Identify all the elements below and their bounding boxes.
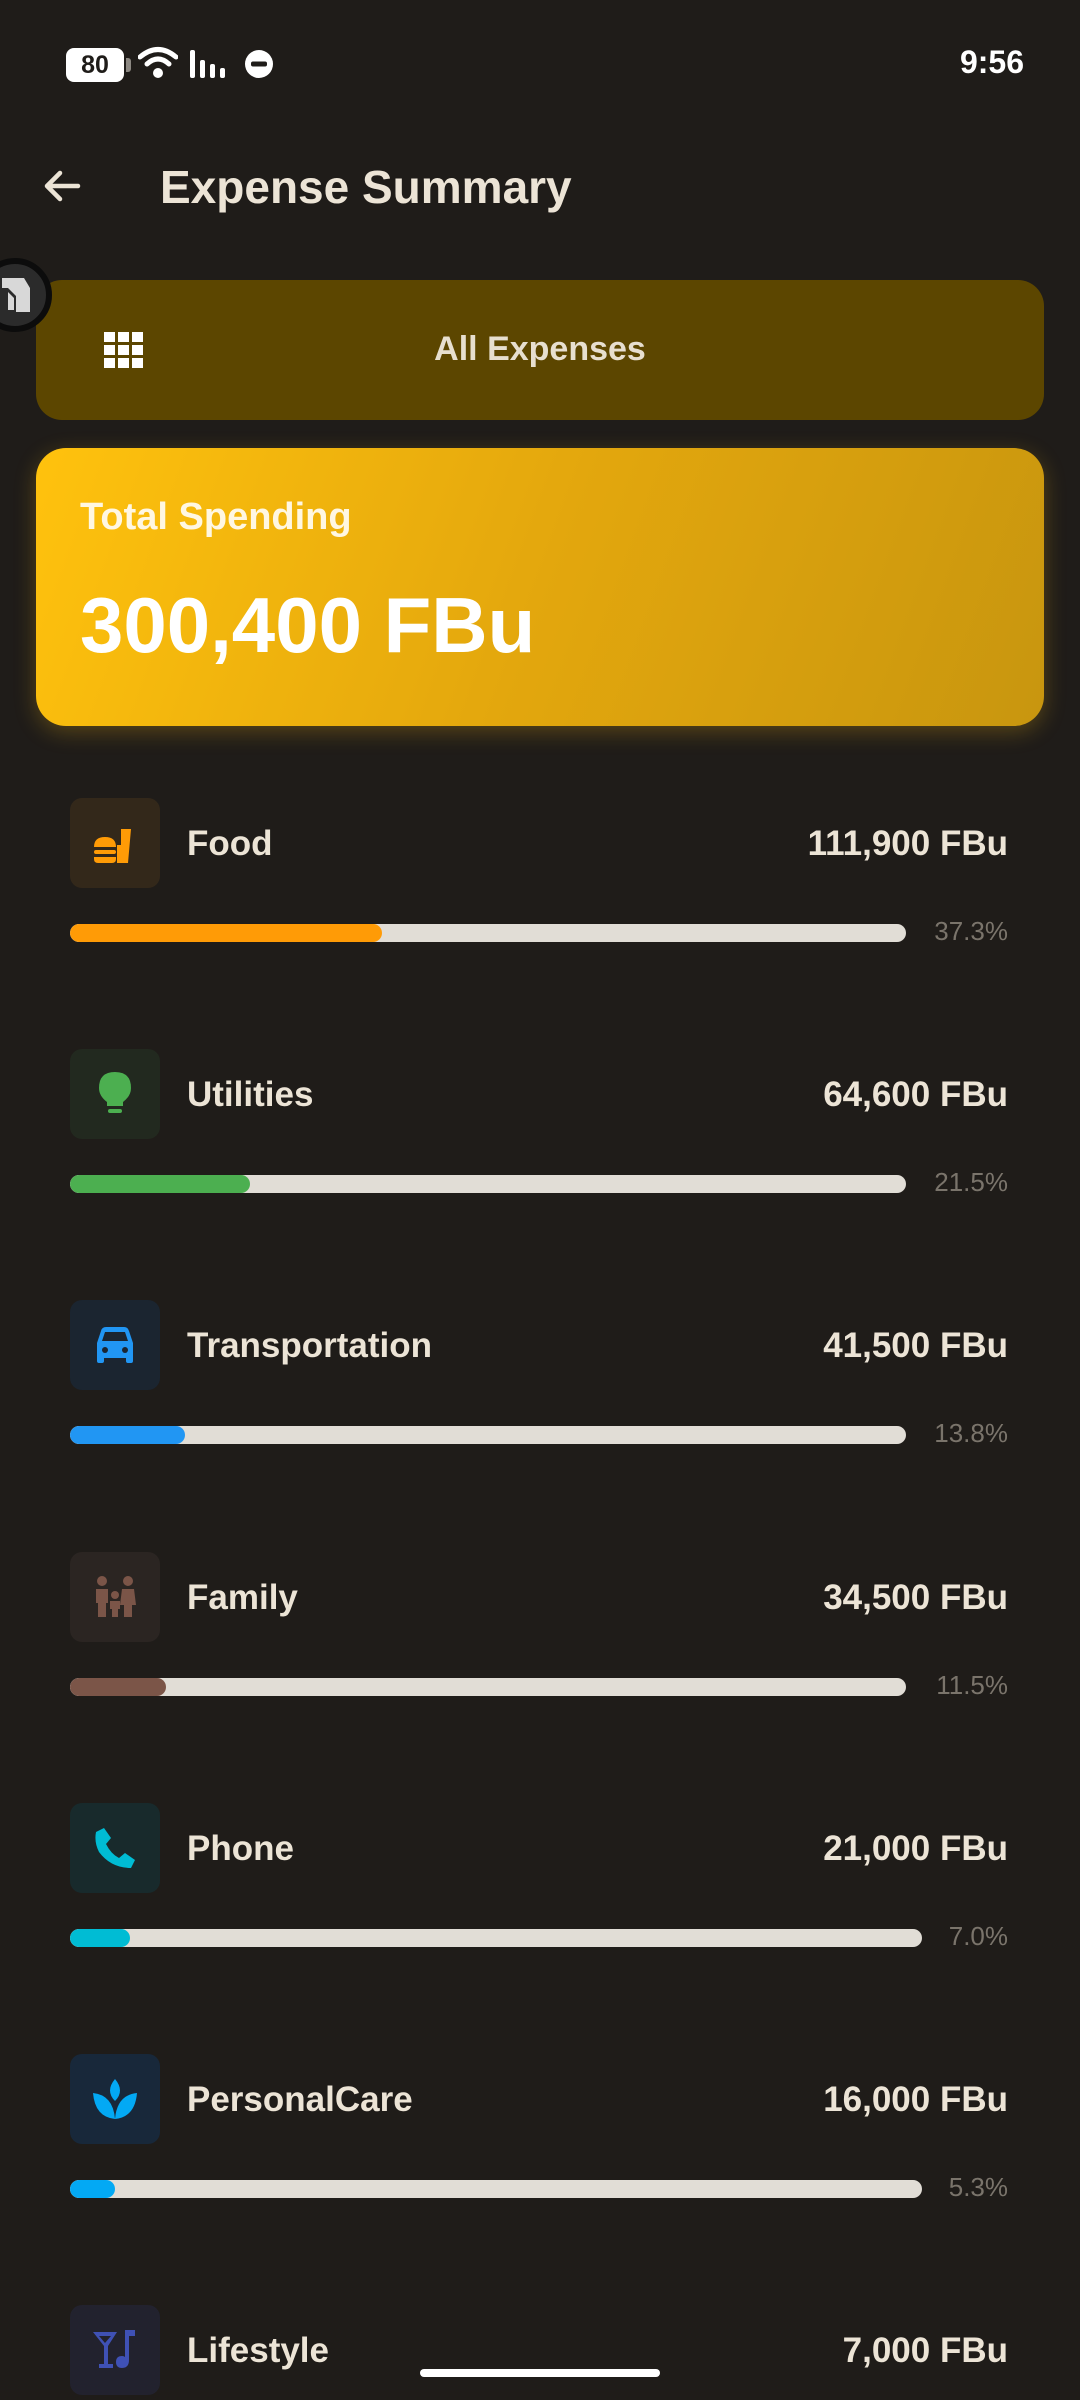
- category-item-phone[interactable]: Phone 21,000 FBu 7.0%: [0, 1803, 1080, 2003]
- category-icon-box: [70, 2305, 160, 2395]
- battery-indicator: 80: [66, 48, 131, 82]
- lightbulb-icon: [99, 1072, 131, 1113]
- category-progress-fill: [70, 924, 382, 942]
- home-indicator: [420, 2369, 660, 2377]
- do-not-disturb-icon: [245, 50, 273, 78]
- category-name: Food: [187, 824, 273, 863]
- category-item-food[interactable]: Food 111,900 FBu 37.3%: [0, 798, 1080, 998]
- fastfood-icon: [94, 823, 131, 863]
- category-progress-fill: [70, 1929, 130, 1947]
- filter-dropdown[interactable]: All Expenses: [36, 280, 1044, 420]
- category-progress-bar: [70, 1175, 906, 1193]
- category-amount: 41,500 FBu: [823, 1326, 1008, 1365]
- category-percent: 5.3%: [948, 2172, 1008, 2202]
- category-item-family[interactable]: Family 34,500 FBu 11.5%: [0, 1552, 1080, 1752]
- category-amount: 34,500 FBu: [823, 1578, 1008, 1617]
- page-title: Expense Summary: [160, 161, 572, 213]
- category-amount: 111,900 FBu: [807, 824, 1008, 863]
- spa-icon: [93, 2079, 137, 2119]
- category-name: Utilities: [187, 1075, 314, 1114]
- back-arrow-icon[interactable]: [36, 160, 88, 212]
- category-name: PersonalCare: [187, 2080, 413, 2119]
- category-name: Transportation: [187, 1326, 433, 1365]
- category-amount: 64,600 FBu: [823, 1075, 1008, 1114]
- category-percent: 21.5%: [934, 1167, 1008, 1197]
- category-item-personalcare[interactable]: PersonalCare 16,000 FBu 5.3%: [0, 2054, 1080, 2254]
- category-icon-box: [70, 2054, 160, 2144]
- category-progress-bar: [70, 1678, 906, 1696]
- total-spending-label: Total Spending: [80, 496, 352, 538]
- nightlife-icon: [93, 2330, 135, 2368]
- wifi-icon: [138, 47, 178, 78]
- category-name: Family: [187, 1578, 298, 1617]
- filter-label: All Expenses: [434, 330, 646, 368]
- category-progress-fill: [70, 1426, 186, 1444]
- category-progress-bar: [70, 1929, 922, 1947]
- category-percent: 13.8%: [934, 1418, 1008, 1448]
- total-spending-card: Total Spending 300,400 FBu: [36, 448, 1044, 726]
- category-percent: 11.5%: [936, 1670, 1008, 1700]
- category-progress-fill: [70, 2180, 116, 2198]
- car-icon: [97, 1327, 133, 1363]
- category-item-transportation[interactable]: Transportation 41,500 FBu 13.8%: [0, 1300, 1080, 1500]
- category-icon-box: [70, 1300, 160, 1390]
- category-icon-box: [70, 798, 160, 888]
- family-icon: [96, 1576, 136, 1617]
- category-icon-box: [70, 1552, 160, 1642]
- category-percent: 37.3%: [934, 916, 1008, 946]
- category-progress-bar: [70, 924, 906, 942]
- clock: 9:56: [959, 44, 1024, 80]
- category-progress-fill: [70, 1678, 167, 1696]
- category-name: Phone: [187, 1829, 294, 1868]
- category-progress-bar: [70, 1426, 906, 1444]
- category-progress-fill: [70, 1175, 250, 1193]
- phone-icon: [95, 1828, 135, 1868]
- category-icon-box: [70, 1049, 160, 1139]
- category-percent: 7.0%: [948, 1921, 1008, 1951]
- signal-icon: [190, 50, 225, 78]
- status-bar: 80 9:56: [0, 0, 1080, 128]
- assistant-icon: [2, 278, 30, 312]
- category-amount: 16,000 FBu: [823, 2080, 1008, 2119]
- category-name: Lifestyle: [187, 2331, 329, 2370]
- category-icon-box: [70, 1803, 160, 1893]
- category-amount: 21,000 FBu: [823, 1829, 1008, 1868]
- category-progress-bar: [70, 2180, 922, 2198]
- total-spending-value: 300,400 FBu: [80, 581, 536, 669]
- category-amount: 7,000 FBu: [842, 2331, 1008, 2370]
- category-item-utilities[interactable]: Utilities 64,600 FBu 21.5%: [0, 1049, 1080, 1249]
- category-item-lifestyle[interactable]: Lifestyle 7,000 FBu: [0, 2305, 1080, 2400]
- expense-summary-screen: 80 9:56 Expense Summary All Expenses Tot…: [0, 0, 1080, 2400]
